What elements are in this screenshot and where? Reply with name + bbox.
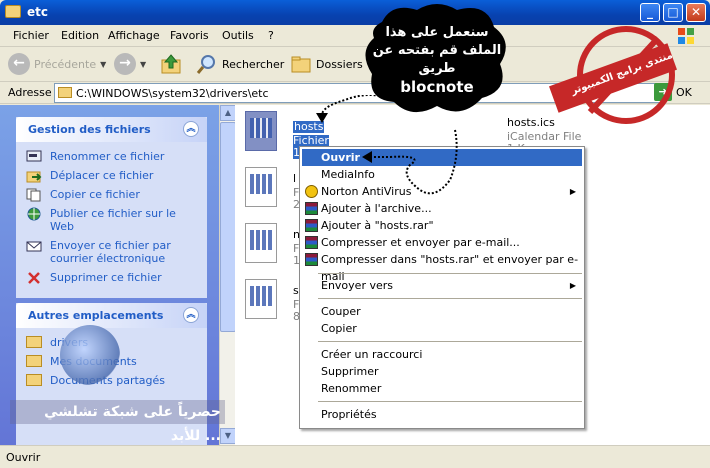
task-publish-web[interactable]: Publier ce fichier sur le Web	[26, 207, 197, 233]
file-icon	[245, 223, 277, 263]
status-bar: Ouvrir	[0, 445, 710, 468]
task-rename[interactable]: Renommer ce fichier	[26, 150, 197, 163]
menu-item-create-shortcut[interactable]: Créer un raccourci	[302, 346, 582, 363]
menu-edition[interactable]: Edition	[61, 29, 99, 42]
up-button[interactable]	[160, 52, 182, 76]
collapse-chevron-icon[interactable]: ︽	[183, 307, 199, 323]
forward-dropdown-icon[interactable]: ▼	[140, 60, 146, 69]
address-path: C:\WINDOWS\system32\drivers\etc	[76, 87, 269, 100]
file-item[interactable]: s F 8	[245, 279, 305, 323]
back-dropdown-icon[interactable]: ▼	[100, 60, 106, 69]
move-icon	[26, 171, 42, 183]
vertical-scrollbar[interactable]: ▲ ▼	[219, 105, 236, 445]
winrar-icon	[305, 219, 318, 232]
task-send-email[interactable]: Envoyer ce fichier par courrier électron…	[26, 239, 197, 265]
file-icon	[245, 279, 277, 319]
copy-icon	[26, 188, 41, 202]
winrar-icon	[305, 253, 318, 266]
submenu-arrow-icon: ▶	[569, 187, 576, 196]
folder-icon	[58, 87, 72, 98]
task-delete[interactable]: Supprimer ce fichier	[26, 271, 197, 284]
menu-item-compress-email[interactable]: Compresser et envoyer par e-mail...	[302, 234, 582, 251]
folders-icon	[291, 56, 311, 73]
menu-item-add-hosts-rar[interactable]: Ajouter à "hosts.rar"	[302, 217, 582, 234]
folder-up-icon	[161, 54, 181, 74]
file-tasks-panel: Gestion des fichiers ︽ Renommer ce fichi…	[16, 117, 207, 298]
globe-icon	[27, 207, 41, 221]
scroll-thumb[interactable]	[220, 122, 236, 332]
folders-label: Dossiers	[316, 57, 363, 71]
winrar-icon	[305, 236, 318, 249]
folder-icon	[26, 336, 42, 348]
menu-outils[interactable]: Outils	[222, 29, 254, 42]
watermark-globe-icon	[60, 325, 120, 385]
place-shared-documents[interactable]: Documents partagés	[26, 374, 197, 387]
search-icon	[196, 55, 215, 74]
menu-affichage[interactable]: Affichage	[108, 29, 160, 42]
back-label: Précédente	[34, 57, 97, 71]
forward-button[interactable]: → ▼	[114, 52, 146, 76]
address-label: Adresse	[8, 86, 52, 99]
forward-arrow-icon: →	[114, 53, 136, 75]
task-pane: Gestion des fichiers ︽ Renommer ce fichi…	[0, 105, 235, 445]
search-button[interactable]: Rechercher	[196, 52, 284, 76]
file-icon	[245, 111, 277, 151]
other-places-title: Autres emplacements	[28, 309, 164, 322]
menu-item-copy[interactable]: Copier	[302, 320, 582, 337]
close-button[interactable]: ✕	[686, 3, 706, 22]
back-arrow-icon: ←	[8, 53, 30, 75]
back-button[interactable]: ← Précédente ▼	[8, 52, 106, 76]
rename-icon	[26, 150, 42, 162]
menu-separator	[318, 341, 582, 342]
menu-item-compress-hosts-email[interactable]: Compresser dans "hosts.rar" et envoyer p…	[302, 251, 582, 283]
watermark-text: حصرياً على شبكة تشلشي للأبد ...	[10, 400, 225, 444]
menu-item-delete[interactable]: Supprimer	[302, 363, 582, 380]
annotation-text: سنعمل على هذا الملف قم بفتحه عن طريق blo…	[372, 25, 502, 96]
file-tasks-header[interactable]: Gestion des fichiers ︽	[16, 117, 207, 142]
task-move[interactable]: Déplacer ce fichier	[26, 169, 197, 183]
file-item[interactable]: l F 2	[245, 167, 305, 211]
folder-icon	[26, 355, 42, 367]
file-icon	[245, 167, 277, 207]
folder-icon	[5, 5, 21, 18]
folder-icon	[26, 374, 42, 386]
menu-separator	[318, 273, 582, 274]
other-places-header[interactable]: Autres emplacements ︽	[16, 303, 207, 328]
task-copy[interactable]: Copier ce fichier	[26, 188, 197, 202]
search-label: Rechercher	[222, 57, 285, 71]
scroll-up-icon[interactable]: ▲	[220, 105, 236, 121]
mail-icon	[26, 241, 42, 252]
submenu-arrow-icon: ▶	[569, 281, 576, 290]
menu-item-properties[interactable]: Propriétés	[302, 406, 582, 423]
file-item[interactable]: n F 1	[245, 223, 305, 267]
file-tasks-title: Gestion des fichiers	[28, 123, 151, 136]
delete-x-icon	[28, 272, 40, 284]
window-title: etc	[27, 5, 48, 19]
menu-item-send-to[interactable]: Envoyer vers ▶	[302, 277, 582, 294]
collapse-chevron-icon[interactable]: ︽	[183, 121, 199, 137]
menu-fichier[interactable]: Fichier	[13, 29, 49, 42]
menu-favoris[interactable]: Favoris	[170, 29, 209, 42]
menu-item-cut[interactable]: Couper	[302, 303, 582, 320]
menu-separator	[318, 298, 582, 299]
folders-button[interactable]: Dossiers	[290, 52, 363, 76]
annotation-arrow-icon	[316, 95, 458, 195]
menu-help[interactable]: ?	[268, 29, 274, 42]
menu-item-rename[interactable]: Renommer	[302, 380, 582, 397]
status-text: Ouvrir	[6, 451, 41, 464]
menu-separator	[318, 401, 582, 402]
scroll-down-icon[interactable]: ▼	[220, 428, 236, 444]
